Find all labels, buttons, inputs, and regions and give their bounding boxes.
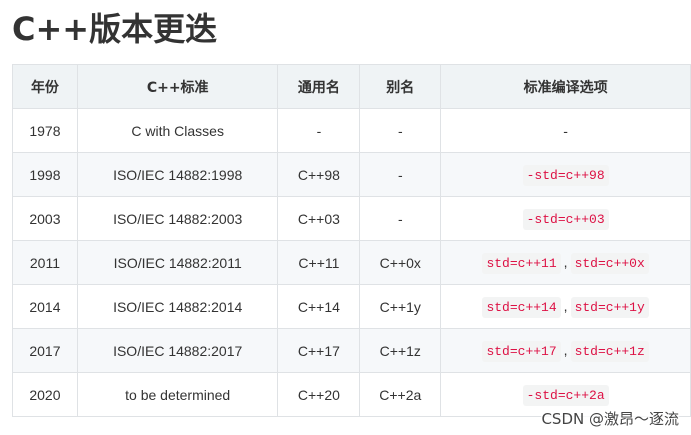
compile-option-code: - [563,122,568,139]
compile-option-code: std=c++17 [482,341,561,362]
compile-option-cell: std=c++11, std=c++0x [440,240,691,285]
compile-option-code: -std=c++03 [522,209,609,230]
header-alias: 别名 [359,64,442,109]
year-cell: 2017 [12,328,78,373]
alias-cell: - [359,108,442,153]
standard-cell: ISO/IEC 14882:2017 [76,328,279,373]
common-name-cell: C++03 [277,196,361,241]
alias-cell: C++1y [359,284,442,329]
alias-cell: C++0x [359,240,442,285]
common-name-cell: - [277,108,361,153]
standard-cell: ISO/IEC 14882:2014 [76,284,279,329]
table-row: 1978 C with Classes - - - [12,108,691,153]
standard-cell: ISO/IEC 14882:2003 [76,196,279,241]
year-cell: 2003 [12,196,78,241]
standard-cell: C with Classes [76,108,279,153]
compile-option-code: std=c++11 [482,253,561,274]
alias-cell: C++1z [359,328,442,373]
common-name-cell: C++14 [277,284,361,329]
compile-option-code: std=c++0x [570,253,649,274]
common-name-cell: C++98 [277,152,361,197]
compile-option-cell: std=c++17, std=c++1z [440,328,691,373]
compile-option-code: std=c++1y [570,297,649,318]
common-name-cell: C++20 [277,372,361,417]
table-row: 2014 ISO/IEC 14882:2014 C++14 C++1y std=c++1… [12,284,691,329]
table-row: 1998 ISO/IEC 14882:1998 C++98- -std=c++98 [12,152,691,197]
common-name-cell: C++11 [277,240,361,285]
watermark: CSDN @激昂～逐流 [541,408,679,429]
option-separator: , [563,298,568,314]
table-row: 2017 ISO/IEC 14882:2017 C++17 C++1z std=c++1… [12,328,691,373]
standard-cell: ISO/IEC 14882:2011 [76,240,279,285]
compile-option-cell: -std=c++03 [440,196,691,241]
compile-option-cell: std=c++14, std=c++1y [440,284,691,329]
header-standard: C++标准 [76,64,279,109]
compile-option-cell: -std=c++98 [440,152,691,197]
year-cell: 1998 [12,152,78,197]
alias-cell: - [359,196,442,241]
option-separator: , [563,254,568,270]
year-cell: 2011 [12,240,78,285]
compile-option-code: std=c++14 [482,297,561,318]
table-header-row: 年份 C++标准 通用名 别名 标准编译选项 [12,64,691,109]
table-row: 2011 ISO/IEC 14882:2011 C++11 C++0x std=c++1… [12,240,691,285]
table-body: 1978 C with Classes - - -1998 ISO/IEC 14882:1… [12,108,691,417]
table-row: 2003 ISO/IEC 14882:2003 C++03- -std=c++03 [12,196,691,241]
compile-option-cell: - [440,108,691,153]
alias-cell: - [359,152,442,197]
alias-cell: C++2a [359,372,442,417]
year-cell: 2020 [12,372,78,417]
cpp-versions-table: 年份 C++标准 通用名 别名 标准编译选项 1978 C with Classe… [12,64,691,417]
year-cell: 1978 [12,108,78,153]
page-title: C++版本更迭 [12,10,218,48]
compile-option-code: -std=c++98 [522,165,609,186]
header-year: 年份 [12,64,78,109]
compile-option-code: std=c++1z [570,341,649,362]
header-compile-option: 标准编译选项 [440,64,691,109]
year-cell: 2014 [12,284,78,329]
header-common-name: 通用名 [277,64,361,109]
standard-cell: ISO/IEC 14882:1998 [76,152,279,197]
standard-cell: to be determined [76,372,279,417]
common-name-cell: C++17 [277,328,361,373]
compile-option-code: -std=c++2a [522,385,609,406]
option-separator: , [563,342,568,358]
